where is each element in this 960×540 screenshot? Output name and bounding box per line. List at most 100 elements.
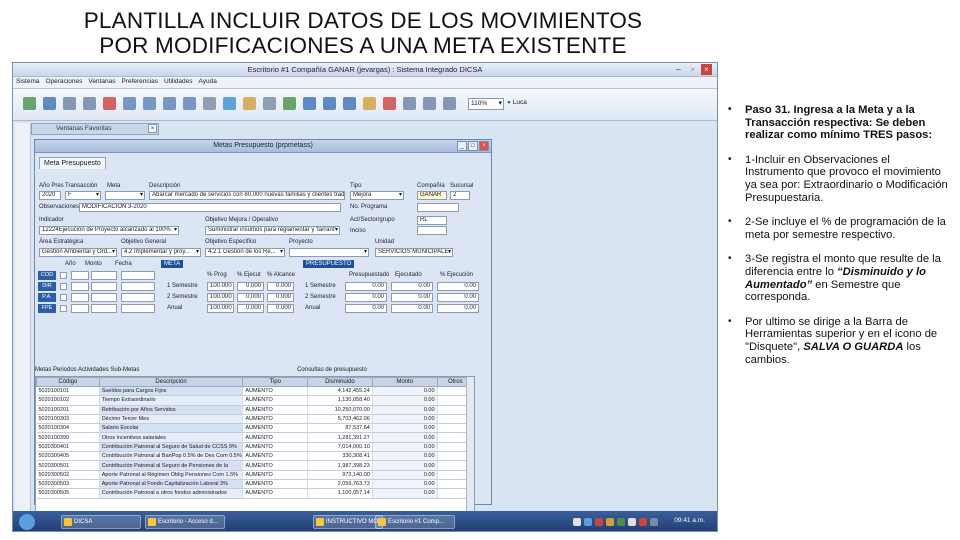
table-row[interactable]: 5020300501 Contribución Patronal al Segur… xyxy=(36,460,475,471)
menu-item-3[interactable]: Preferencias xyxy=(118,77,161,85)
period-cell[interactable] xyxy=(91,282,117,291)
taskbar-item-3[interactable]: Escritorio #1 Comp... xyxy=(375,515,455,529)
maximize-icon[interactable]: □ xyxy=(468,141,478,151)
new-icon[interactable] xyxy=(23,97,36,110)
meta-field[interactable] xyxy=(105,191,145,200)
grid-cell[interactable]: AUMENTO xyxy=(242,470,309,480)
proyecto-select[interactable] xyxy=(289,248,369,257)
objetivo-mejora-select[interactable]: Suministrar insumos para reglamentar y '… xyxy=(205,226,340,235)
objetivo-especifico-select[interactable]: 4.2.1 Gestión de los Re... xyxy=(205,248,285,257)
period-cell[interactable] xyxy=(71,271,89,280)
taskbar-item-2[interactable]: INSTRUCTIVO MO... xyxy=(313,515,383,529)
grid-header[interactable]: Tipo xyxy=(242,377,309,387)
presupuesto-field[interactable]: 0.00 xyxy=(391,304,433,313)
last-icon[interactable] xyxy=(183,97,196,110)
menu-item-2[interactable]: Ventanas xyxy=(85,77,118,85)
chart-icon[interactable] xyxy=(243,97,256,110)
grid-cell[interactable]: AUMENTO xyxy=(242,405,309,415)
start-icon[interactable] xyxy=(19,514,35,530)
descripcion-field[interactable]: Abarcar mercado de servicios con 80,000 … xyxy=(149,191,345,200)
meta-pct-field[interactable]: 0.000 xyxy=(267,293,294,302)
camera-icon[interactable] xyxy=(403,97,416,110)
period-cell[interactable] xyxy=(121,271,155,280)
menu-item-5[interactable]: Ayuda xyxy=(196,77,220,85)
compania-field[interactable]: GANAR xyxy=(417,191,447,200)
mail-icon[interactable] xyxy=(363,97,376,110)
print2-icon[interactable] xyxy=(423,97,436,110)
tray-icon[interactable] xyxy=(617,518,625,526)
tray-icon[interactable] xyxy=(573,518,581,526)
menu-item-4[interactable]: Utilidades xyxy=(161,77,196,85)
meta-pct-field[interactable]: 100.000 xyxy=(207,282,234,291)
table-row[interactable]: 5020300401 Contribución Patronal al Segur… xyxy=(36,442,475,453)
sucursal-field[interactable]: 2 xyxy=(450,191,470,200)
grid-header[interactable]: Descripción xyxy=(98,377,244,387)
ano-field[interactable]: 2020 xyxy=(39,191,61,200)
period-cell[interactable] xyxy=(121,293,155,302)
indicador-select[interactable]: 12224Ejecución de Proyecto alcanzado al … xyxy=(39,226,179,235)
meta-pct-field[interactable]: 100.000 xyxy=(207,304,234,313)
grid-cell[interactable]: AUMENTO xyxy=(242,460,309,471)
presupuesto-field[interactable]: 0.00 xyxy=(391,293,433,302)
side-button-0[interactable]: COD xyxy=(38,271,56,280)
grid-cell[interactable]: AUMENTO xyxy=(242,488,309,499)
transaccion-field[interactable]: F xyxy=(65,191,101,200)
presupuesto-field[interactable]: 0.00 xyxy=(437,293,479,302)
meta-pct-field[interactable]: 0.000 xyxy=(267,304,294,313)
table-row[interactable]: 5020100201 Retribución por Años Servidos A… xyxy=(36,405,475,415)
info-icon[interactable] xyxy=(303,97,316,110)
minimize-icon[interactable]: _ xyxy=(457,141,467,151)
presupuesto-field[interactable]: 0.00 xyxy=(437,282,479,291)
tipo-select[interactable]: Mejora xyxy=(350,191,404,200)
presupuesto-field[interactable]: 0.00 xyxy=(391,282,433,291)
table-row[interactable]: 5020300505 Contribución Patronal a otros … xyxy=(36,488,475,499)
tools-icon[interactable] xyxy=(203,97,216,110)
taskbar-item-0[interactable]: DICSA xyxy=(61,515,141,529)
meta-pct-field[interactable]: 100.000 xyxy=(207,293,234,302)
close-icon[interactable]: × xyxy=(701,64,712,75)
table-row[interactable]: 5020300405 Contribución Patronal al BanPo… xyxy=(36,451,475,462)
period-cell[interactable] xyxy=(71,293,89,302)
grid-cell[interactable]: AUMENTO xyxy=(242,386,309,397)
print-icon[interactable] xyxy=(263,97,276,110)
period-cell[interactable] xyxy=(71,304,89,313)
tray-icon[interactable] xyxy=(628,518,636,526)
objetivo-general-select[interactable]: 4.2 Implementar y proy... xyxy=(121,248,201,257)
close-icon[interactable]: × xyxy=(148,124,157,133)
grid-cell[interactable]: AUMENTO xyxy=(242,479,309,490)
period-cell[interactable] xyxy=(121,304,155,313)
close-icon[interactable]: × xyxy=(479,141,489,151)
row-checkbox[interactable] xyxy=(60,272,67,279)
unidad-select[interactable]: SERVICIOS MUNICIPALE... xyxy=(375,248,453,257)
save-icon[interactable] xyxy=(43,97,56,110)
presupuesto-field[interactable]: 0.00 xyxy=(345,282,387,291)
no-programa-field[interactable] xyxy=(417,203,459,212)
table-row[interactable]: 5020300502 Aporte Patronal al Régimen Obl… xyxy=(36,470,475,480)
row-checkbox[interactable] xyxy=(60,294,67,301)
period-cell[interactable] xyxy=(91,304,117,313)
tray-icon[interactable] xyxy=(650,518,658,526)
first-icon[interactable] xyxy=(123,97,136,110)
period-cell[interactable] xyxy=(91,293,117,302)
meta-pct-field[interactable]: 0.000 xyxy=(237,304,264,313)
grid-cell[interactable]: AUMENTO xyxy=(242,451,309,462)
exit-icon[interactable] xyxy=(383,97,396,110)
find-icon[interactable] xyxy=(323,97,336,110)
meta-pct-field[interactable]: 0.000 xyxy=(267,282,294,291)
inciso-field[interactable] xyxy=(417,226,447,235)
meta-pct-field[interactable]: 0.000 xyxy=(237,282,264,291)
favorites-window[interactable]: Ventanas Favoritas × xyxy=(31,123,159,135)
next-icon[interactable] xyxy=(163,97,176,110)
grid-cell[interactable]: AUMENTO xyxy=(242,442,309,453)
period-cell[interactable] xyxy=(71,282,89,291)
settings-icon[interactable] xyxy=(443,97,456,110)
help-icon[interactable] xyxy=(343,97,356,110)
observaciones-field[interactable]: MODIFICACION 3-2020 xyxy=(79,203,341,212)
side-button-2[interactable]: P.A. xyxy=(38,293,56,302)
side-button-3[interactable]: FPE xyxy=(38,304,56,313)
taskbar-item-1[interactable]: Escritorio - Acceso d... xyxy=(145,515,225,529)
menu-item-0[interactable]: Sistema xyxy=(13,77,42,85)
period-cell[interactable] xyxy=(91,271,117,280)
tray-icon[interactable] xyxy=(584,518,592,526)
side-button-1[interactable]: DIR xyxy=(38,282,56,291)
